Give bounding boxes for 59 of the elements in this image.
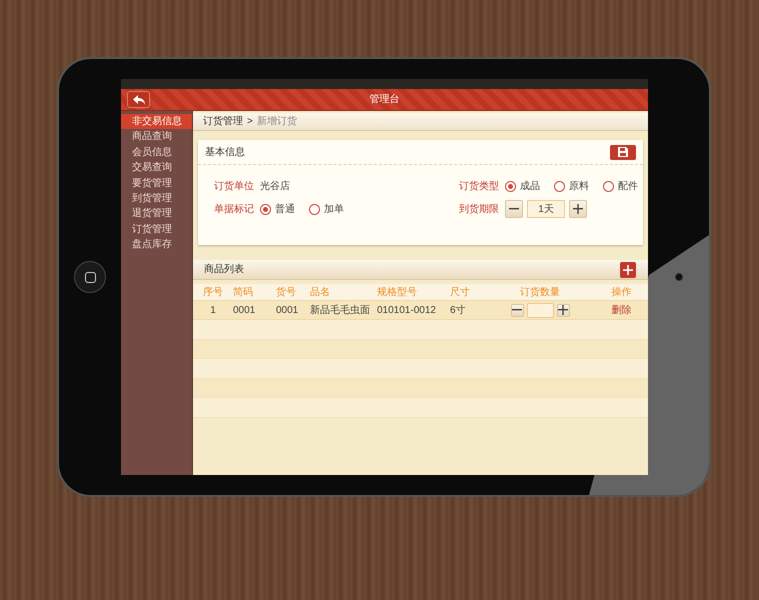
sidebar-item[interactable]: 会员信息 <box>121 144 192 160</box>
table-cell-text: 0001 <box>275 304 300 318</box>
breadcrumb-link[interactable]: 订货管理 <box>203 114 243 129</box>
table-cell-text: 0001 <box>232 304 256 318</box>
column-header: 品名 <box>309 286 331 300</box>
breadcrumb-current: 新增订货 <box>256 114 297 129</box>
increase-button[interactable] <box>569 200 587 218</box>
sidebar-item[interactable]: 到货管理 <box>121 190 192 206</box>
window-title: 管理台 <box>370 92 400 107</box>
column-header: 尺寸 <box>450 286 471 300</box>
column-header: 货号 <box>275 286 297 300</box>
input-field[interactable]: 1天 <box>527 200 565 218</box>
list-title: 商品列表 <box>204 262 244 277</box>
sidebar-item[interactable]: 退货管理 <box>121 206 192 222</box>
radio-button[interactable] <box>309 204 320 214</box>
sidebar-item[interactable]: 非交易信息 <box>121 114 192 130</box>
field-label: 单据标记 <box>214 202 255 216</box>
table-cell-text: 新品毛毛虫面 <box>309 304 371 318</box>
back-button[interactable] <box>127 91 150 108</box>
card-title: 基本信息 <box>205 146 245 160</box>
table-cell-text: 010101-0012 <box>376 304 437 318</box>
delete-link[interactable]: 删除 <box>612 302 632 318</box>
radio-label: 配件 <box>618 180 638 194</box>
column-header: 规格型号 <box>376 286 418 300</box>
save-button[interactable] <box>610 144 636 160</box>
home-button[interactable] <box>74 261 106 293</box>
radio-label: 普通 <box>275 202 295 216</box>
table-cell-text: 6寸 <box>450 304 467 318</box>
breadcrumb-separator: > <box>247 115 253 129</box>
column-header: 序号 <box>203 286 223 300</box>
sidebar-item[interactable]: 商品查询 <box>121 129 192 145</box>
column-header: 操作 <box>612 286 632 300</box>
field-value: 光谷店 <box>260 180 290 194</box>
increase-button[interactable] <box>556 304 570 316</box>
table-cell-text: 1 <box>210 304 216 318</box>
radio-button[interactable] <box>554 180 565 192</box>
plus-icon <box>558 305 568 315</box>
radio-button[interactable] <box>505 180 516 192</box>
sidebar-item[interactable]: 盘点库存 <box>121 237 192 253</box>
decrease-button[interactable] <box>505 200 523 218</box>
radio-label: 原料 <box>569 180 589 194</box>
column-header: 订货数量 <box>520 286 560 300</box>
radio-button[interactable] <box>603 180 614 192</box>
radio-button[interactable] <box>260 204 271 214</box>
decrease-button[interactable] <box>510 304 524 316</box>
column-header: 简码 <box>232 286 254 300</box>
field-label: 订货单位 <box>214 180 255 194</box>
quantity-field[interactable] <box>526 302 554 318</box>
sidebar-item[interactable]: 交易查询 <box>121 160 192 176</box>
plus-icon <box>623 264 633 274</box>
field-label: 订货类型 <box>459 180 500 194</box>
sidebar-item[interactable]: 订货管理 <box>121 222 192 238</box>
radio-label: 加单 <box>324 202 344 216</box>
field-label: 到货期限 <box>459 202 500 216</box>
plus-icon <box>573 204 583 214</box>
radio-label: 成品 <box>520 180 540 194</box>
back-arrow-icon <box>132 94 146 106</box>
sidebar-item[interactable]: 要货管理 <box>121 176 192 191</box>
add-button[interactable] <box>620 262 636 278</box>
